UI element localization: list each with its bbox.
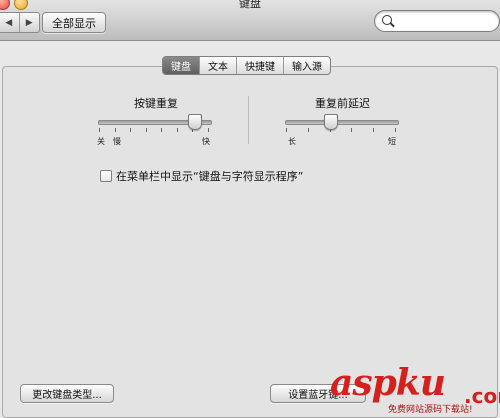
forward-arrow-icon[interactable]: ▶ (18, 13, 40, 32)
slider-tick (99, 128, 100, 132)
slider-tick (115, 128, 116, 132)
watermark-logo: aspku (330, 362, 446, 404)
slider-tick (395, 128, 396, 132)
search-icon (382, 15, 392, 25)
tab-input-sources[interactable]: 输入源 (283, 57, 330, 74)
delay-long-label: 长 (288, 137, 296, 146)
key-repeat-off-label: 关 (97, 137, 105, 146)
delay-ticks (286, 128, 396, 134)
show-all-button[interactable]: 全部显示 (42, 12, 106, 33)
search-input[interactable] (397, 13, 496, 30)
show-viewer-checkbox[interactable] (100, 170, 112, 182)
slider-tick (146, 128, 147, 132)
slider-tick (351, 128, 352, 132)
tab-bar: 键盘 文本 快捷键 输入源 (162, 56, 331, 75)
slider-tick (308, 128, 309, 132)
key-repeat-fast-label: 快 (202, 137, 210, 146)
delay-short-label: 短 (388, 137, 396, 146)
slider-tick (286, 128, 287, 132)
slider-tick (373, 128, 374, 132)
show-viewer-label: 在菜单栏中显示“键盘与字符显示程序” (116, 170, 304, 183)
slider-divider (248, 96, 249, 144)
search-field[interactable] (374, 10, 500, 32)
key-repeat-slow-label: 慢 (113, 137, 121, 146)
delay-until-repeat-title: 重复前延迟 (315, 97, 370, 110)
slider-tick (208, 128, 209, 132)
watermark: aspku .com 免费网站源码下载站! (330, 362, 500, 418)
slider-tick (130, 128, 131, 132)
key-repeat-slider-knob[interactable] (188, 114, 202, 130)
tab-keyboard[interactable]: 键盘 (163, 57, 199, 74)
watermark-subtitle: 免费网站源码下载站! (388, 405, 473, 415)
tab-shortcuts[interactable]: 快捷键 (236, 57, 283, 74)
delay-slider-track[interactable] (285, 120, 399, 125)
change-keyboard-type-button[interactable]: 更改键盘类型... (20, 384, 114, 403)
back-forward-control: ◀ ▶ (0, 12, 40, 33)
slider-tick (177, 128, 178, 132)
tab-text[interactable]: 文本 (199, 57, 236, 74)
key-repeat-title: 按键重复 (134, 97, 178, 110)
slider-tick (161, 128, 162, 132)
back-arrow-icon[interactable]: ◀ (0, 13, 19, 32)
delay-slider-knob[interactable] (324, 114, 338, 130)
title-bar: 键盘 ◀ ▶ 全部显示 (0, 0, 500, 41)
